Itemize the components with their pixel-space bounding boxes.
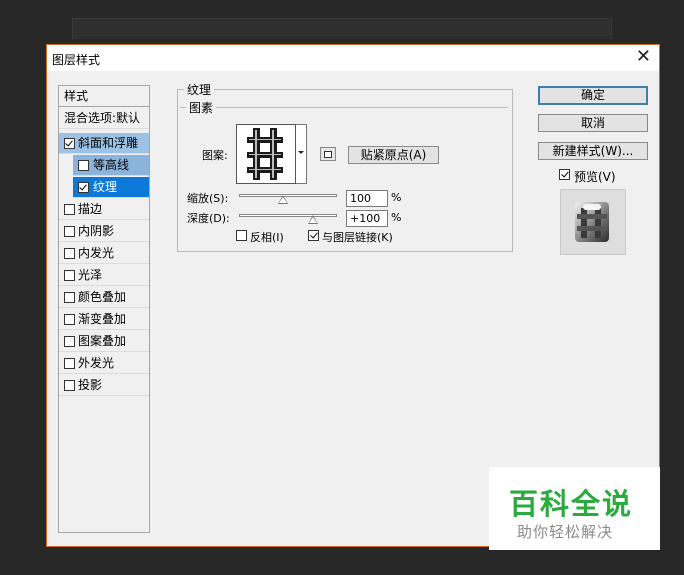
preview-label: 预览(V) xyxy=(574,170,616,184)
depth-slider-track[interactable] xyxy=(239,214,337,217)
pattern-overlay-checkbox[interactable] xyxy=(64,336,75,347)
watermark: 百科全说 助你轻松解决 xyxy=(489,467,660,550)
drop-shadow-checkbox[interactable] xyxy=(64,380,75,391)
style-preview xyxy=(560,189,626,255)
contour-checkbox[interactable] xyxy=(78,160,89,171)
bevel-emboss-checkbox[interactable] xyxy=(64,138,75,149)
cancel-button[interactable]: 取消 xyxy=(538,114,648,132)
watermark-title: 百科全说 xyxy=(509,487,634,521)
snap-to-origin-button[interactable]: 贴紧原点(A) xyxy=(348,146,439,164)
stroke-checkbox[interactable] xyxy=(64,204,75,215)
depth-unit: % xyxy=(391,211,402,224)
style-item-blending-options[interactable]: 混合选项:默认 xyxy=(59,108,149,129)
scale-unit: % xyxy=(391,191,402,204)
preview-thumbnail-icon xyxy=(561,190,625,254)
style-item-satin[interactable]: 光泽 xyxy=(59,265,149,286)
style-item-contour[interactable]: 等高线 xyxy=(73,155,149,176)
style-item-color-overlay[interactable]: 颜色叠加 xyxy=(59,287,149,308)
background-window xyxy=(72,18,612,39)
scale-slider-thumb[interactable] xyxy=(278,195,289,204)
style-item-inner-glow[interactable]: 内发光 xyxy=(59,243,149,264)
depth-label: 深度(D): xyxy=(187,212,230,225)
texture-section-title: 纹理 xyxy=(187,83,212,97)
watermark-subtitle: 助你轻松解决 xyxy=(517,523,614,541)
pattern-label: 图案: xyxy=(202,149,228,162)
style-item-pattern-overlay[interactable]: 图案叠加 xyxy=(59,331,149,352)
pattern-swatch[interactable] xyxy=(236,124,296,184)
style-item-stroke[interactable]: 描边 xyxy=(59,199,149,220)
style-item-outer-glow[interactable]: 外发光 xyxy=(59,353,149,374)
scale-input[interactable] xyxy=(346,190,388,207)
ok-button[interactable]: 确定 xyxy=(538,86,648,105)
link-with-layer-checkbox[interactable] xyxy=(308,230,319,241)
inner-shadow-checkbox[interactable] xyxy=(64,226,75,237)
elements-group: 图素 xyxy=(180,99,508,166)
scale-label: 缩放(S): xyxy=(187,192,229,205)
style-item-bevel-emboss[interactable]: 斜面和浮雕 xyxy=(59,133,149,154)
style-item-gradient-overlay[interactable]: 渐变叠加 xyxy=(59,309,149,330)
close-icon[interactable]: ✕ xyxy=(636,47,651,67)
style-list-header: 样式 xyxy=(59,86,149,107)
gradient-overlay-checkbox[interactable] xyxy=(64,314,75,325)
invert-checkbox[interactable] xyxy=(236,230,247,241)
pattern-thumbnail-icon xyxy=(237,125,295,183)
link-with-layer-label: 与图层链接(K) xyxy=(322,231,393,244)
style-list: 样式 混合选项:默认 斜面和浮雕 等高线 纹理 描边 内阴影 内发光 光泽 颜色… xyxy=(58,85,150,533)
pattern-dropdown-chevron-icon[interactable] xyxy=(296,124,307,184)
style-item-inner-shadow[interactable]: 内阴影 xyxy=(59,221,149,242)
color-overlay-checkbox[interactable] xyxy=(64,292,75,303)
title-bar: 图层样式 ✕ xyxy=(47,45,659,71)
preview-checkbox[interactable] xyxy=(559,169,570,180)
depth-input[interactable] xyxy=(346,210,388,227)
new-style-button[interactable]: 新建样式(W)... xyxy=(538,142,648,160)
dialog-title: 图层样式 xyxy=(52,53,101,67)
texture-checkbox[interactable] xyxy=(78,182,89,193)
satin-checkbox[interactable] xyxy=(64,270,75,281)
style-item-drop-shadow[interactable]: 投影 xyxy=(59,375,149,396)
style-item-texture[interactable]: 纹理 xyxy=(73,177,149,198)
inner-glow-checkbox[interactable] xyxy=(64,248,75,259)
outer-glow-checkbox[interactable] xyxy=(64,358,75,369)
depth-slider-thumb[interactable] xyxy=(307,215,318,224)
new-preset-icon[interactable] xyxy=(320,147,336,161)
elements-group-title: 图素 xyxy=(189,101,214,115)
invert-label: 反相(I) xyxy=(250,231,284,244)
